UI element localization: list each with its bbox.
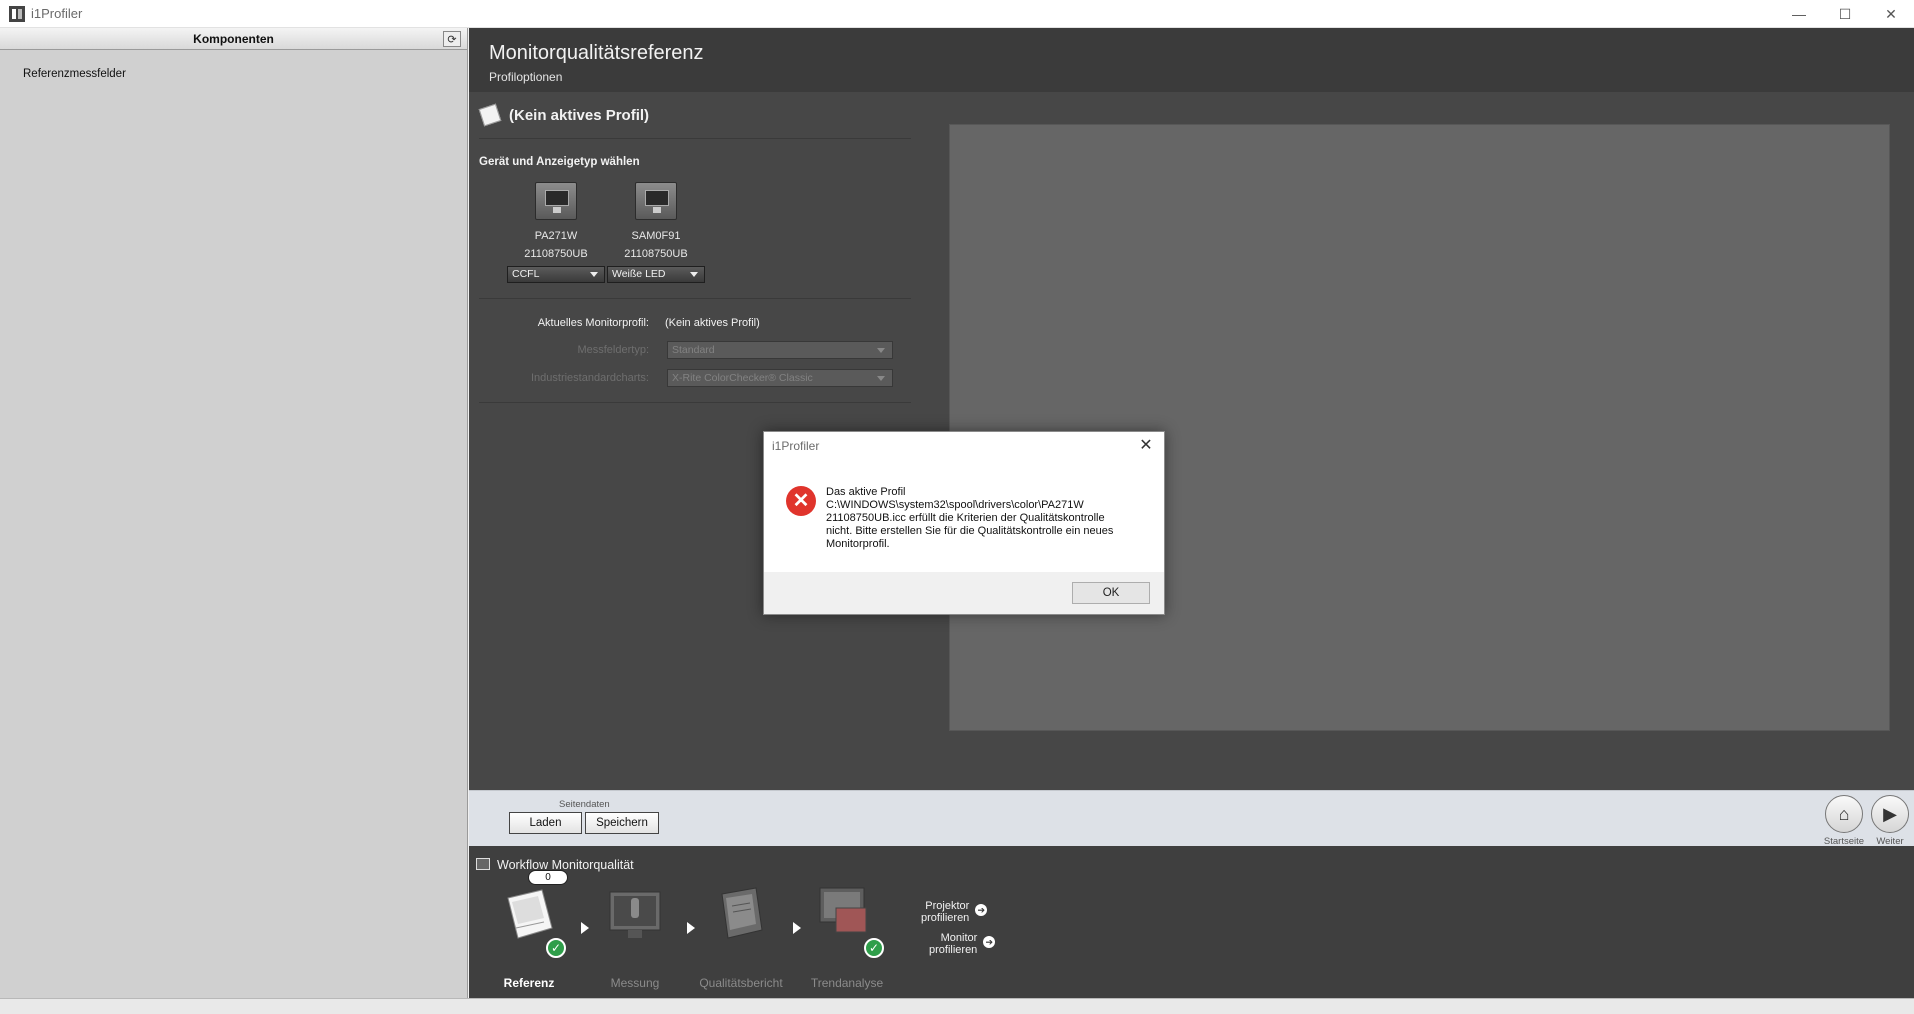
preview-area [949,124,1890,731]
device-name: PA271W [534,230,578,242]
step-label: Referenz [503,976,555,990]
page-header: Monitorqualitätsreferenz Profiloptionen [469,28,1914,92]
taskbar-strip [0,998,1914,1014]
profile-status: (Kein aktives Profil) [509,106,650,124]
workflow-step-messung[interactable]: Messung [585,884,685,990]
link-line: profilieren [921,912,970,924]
link-line: Projektor [925,900,970,912]
reference-count-badge: 0 [528,870,568,885]
divider [479,402,911,403]
patch-type-label: Messfeldertyp: [577,344,649,356]
industry-chart-row: Industriestandardcharts: X-Rite ColorChe… [469,369,909,389]
display-type-select[interactable]: CCFL [507,266,605,283]
link-line: Monitor [940,932,978,944]
display-type-value: CCFL [512,268,540,280]
check-icon: ✓ [546,938,566,958]
patch-type-row: Messfeldertyp: Standard [469,341,909,361]
page-subtitle: Profiloptionen [489,70,563,84]
monitor-icon[interactable] [635,182,677,220]
window-controls: — ☐ ✕ [1776,0,1914,28]
chevron-down-icon [590,272,598,277]
chevron-down-icon [877,376,885,381]
profile-projector-link[interactable]: Projektor profilieren ➔ [921,900,988,924]
components-header: Komponenten ⟳ [0,28,467,50]
current-profile-row: Aktuelles Monitorprofil: (Kein aktives P… [469,314,909,334]
industry-chart-label: Industriestandardcharts: [530,372,649,384]
current-profile-value: (Kein aktives Profil) [665,317,760,329]
device-pa271w[interactable]: PA271W 21108750UB CCFL [501,182,611,283]
maximize-button[interactable]: ☐ [1822,0,1868,28]
monitor-icon[interactable] [535,182,577,220]
title-bar: i1Profiler — ☐ ✕ [0,0,1914,28]
next-icon[interactable]: ▶ [1871,795,1909,833]
chevron-down-icon [877,348,885,353]
profile-status-line: (Kein aktives Profil) [478,103,650,127]
monitor-icon [476,858,490,870]
arrow-circle-icon: ➔ [975,904,988,916]
workflow-panel: Workflow Monitorqualität 0 ✓ Referenz Me… [469,846,1914,998]
message-line: Monitorprofil. [826,538,890,550]
profile-monitor-link[interactable]: Monitor profilieren ➔ [929,932,996,956]
components-title: Komponenten [193,31,274,46]
close-icon[interactable]: ✕ [1136,436,1156,456]
workflow-step-referenz[interactable]: 0 ✓ Referenz [479,870,579,990]
dialog-title: i1Profiler [772,439,820,453]
page-data-bar: Seitendaten Laden Speichern ⌂ Startseite… [469,790,1914,847]
patch-type-select: Standard [667,341,893,359]
dialog-footer: OK [764,572,1164,614]
device-sam0f91[interactable]: SAM0F91 21108750UB Weiße LED [601,182,711,283]
link-line: profilieren [929,944,978,956]
refresh-icon[interactable]: ⟳ [443,31,461,47]
ok-button[interactable]: OK [1072,582,1150,604]
window-title: i1Profiler [31,6,83,21]
load-button[interactable]: Laden [509,812,582,834]
component-item-referenzmessfelder[interactable]: Referenzmessfelder [23,68,126,80]
step-label: Trendanalyse [810,976,884,990]
document-icon [478,103,502,127]
device-section-title: Gerät und Anzeigetyp wählen [479,156,640,168]
industry-chart-value: X-Rite ColorChecker® Classic [672,372,813,384]
current-profile-label: Aktuelles Monitorprofil: [537,317,649,329]
quality-report-icon [710,884,772,946]
arrow-circle-icon: ➔ [983,936,996,948]
dialog-message: Das aktive Profil C:\WINDOWS\system32\sp… [826,486,1146,551]
device-serial: 21108750UB [624,248,688,260]
industry-chart-select: X-Rite ColorChecker® Classic [667,369,893,387]
workflow-step-trendanalyse[interactable]: ✓ Trendanalyse [797,884,897,990]
device-serial: 21108750UB [524,248,588,260]
reference-document-icon: 0 ✓ [498,870,568,958]
message-line: 21108750UB.icc erfüllt die Kriterien der… [826,512,1105,524]
close-window-button[interactable]: ✕ [1868,0,1914,28]
chevron-down-icon [690,272,698,277]
check-icon: ✓ [864,938,884,958]
display-type-value: Weiße LED [612,268,666,280]
step-label: Qualitätsbericht [699,976,783,990]
minimize-button[interactable]: — [1776,0,1822,28]
message-line: C:\WINDOWS\system32\spool\drivers\color\… [826,499,1084,511]
divider [479,298,911,299]
home-icon[interactable]: ⌂ [1825,795,1863,833]
device-name: SAM0F91 [631,230,681,242]
save-button[interactable]: Speichern [585,812,659,834]
message-line: nicht. Bitte erstellen Sie für die Quali… [826,525,1114,537]
workflow-title: Workflow Monitorqualität [497,858,634,872]
step-label: Messung [610,976,660,990]
app-icon [9,5,25,22]
message-line: Das aktive Profil [826,486,906,498]
error-dialog: i1Profiler ✕ ✕ Das aktive Profil C:\WIND… [763,431,1165,615]
page-data-label: Seitendaten [559,799,610,810]
divider [479,138,911,139]
display-type-select[interactable]: Weiße LED [607,266,705,283]
patch-type-value: Standard [672,344,715,356]
trend-analysis-icon: ✓ [816,884,884,958]
components-panel: Komponenten ⟳ Referenzmessfelder [0,28,468,998]
page-title: Monitorqualitätsreferenz [489,42,704,64]
workflow-step-qualitaetsbericht[interactable]: Qualitätsbericht [691,884,791,990]
measurement-monitor-icon [604,884,666,946]
error-icon: ✕ [786,486,816,516]
